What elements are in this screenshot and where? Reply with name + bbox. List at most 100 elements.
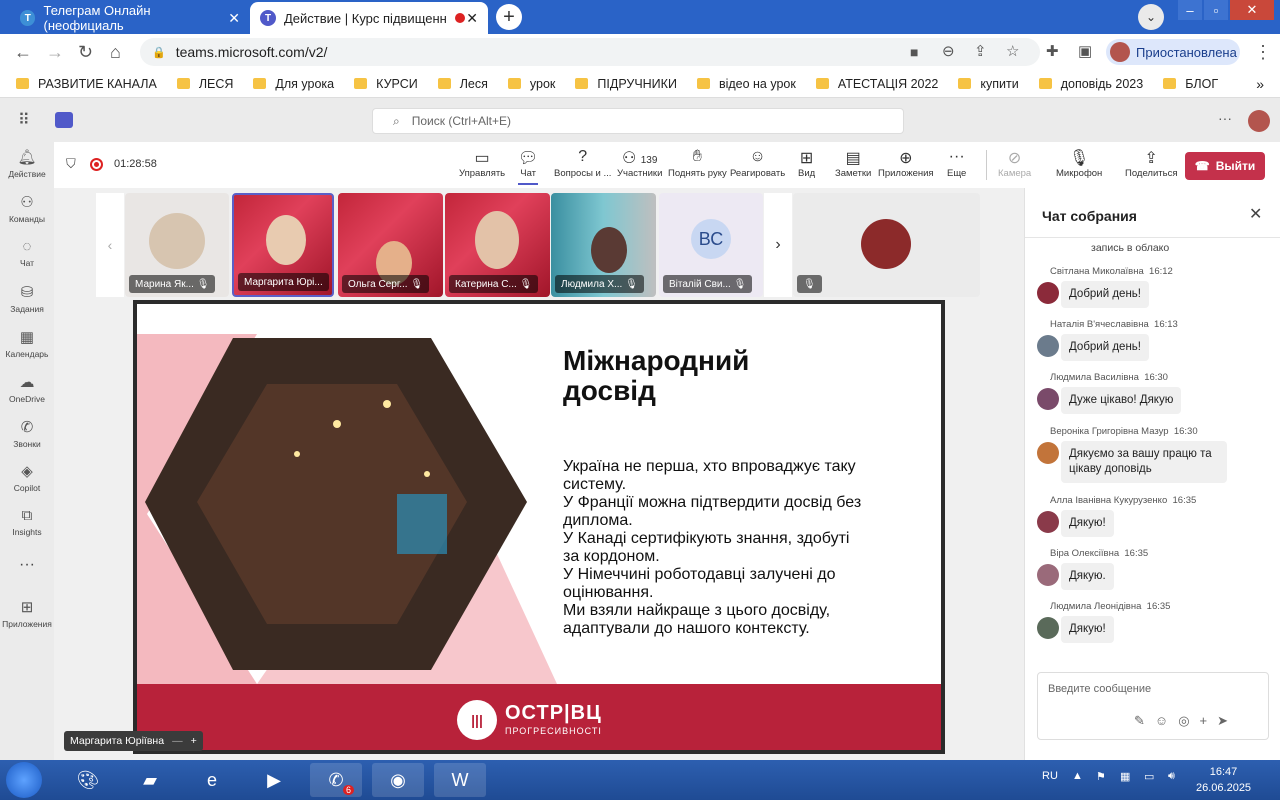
bookmark-folder[interactable]: відео на урок [696, 77, 796, 91]
participant-tile[interactable]: Людмила Х... 🎙︎ [551, 193, 656, 297]
profile-button[interactable]: Приостановлена [1106, 39, 1240, 65]
presenter-label[interactable]: Маргарита Юріївна — + [64, 731, 203, 751]
url-field[interactable]: 🔒 teams.microsoft.com/v2/ [140, 38, 1040, 66]
zoom-icon[interactable]: ⊖ [942, 42, 955, 60]
bookmark-folder[interactable]: купити [958, 77, 1019, 91]
apps-button[interactable]: ⊕ Приложения [878, 148, 934, 179]
word-icon[interactable]: W [434, 763, 486, 797]
bookmark-folder[interactable]: АТЕСТАЦІЯ 2022 [815, 77, 938, 91]
tray-expand-icon[interactable]: ▲ [1072, 770, 1083, 782]
plus-icon[interactable]: + [191, 735, 197, 747]
volume-icon[interactable]: 🔊︎ [1168, 770, 1175, 783]
bookmark-folder[interactable]: Леся [437, 77, 488, 91]
prev-participants-button[interactable]: ‹ [96, 193, 124, 297]
home-icon[interactable]: ⌂ [110, 42, 121, 63]
viber-icon[interactable]: ✆ 6 [310, 763, 362, 797]
bookmark-folder[interactable]: КУРСИ [354, 77, 418, 91]
rail-insights[interactable]: ⧉ Insights [0, 507, 54, 537]
tab-search-icon[interactable]: ⌄ [1138, 4, 1164, 30]
plus-icon[interactable]: + [1200, 713, 1218, 728]
camera-button[interactable]: ⊘ Камера [998, 148, 1031, 179]
more-bookmarks-icon[interactable]: » [1256, 76, 1264, 92]
manage-button[interactable]: ▭ Управлять [459, 148, 505, 179]
media-icon[interactable]: ▶ [248, 763, 300, 797]
view-button[interactable]: ⊞ Вид [798, 148, 815, 179]
new-tab-button[interactable]: + [496, 4, 522, 30]
minimize-icon[interactable]: — [172, 735, 183, 747]
notes-button[interactable]: ▤ Заметки [835, 148, 871, 179]
bookmark-folder[interactable]: доповідь 2023 [1038, 77, 1143, 91]
raise-hand-button[interactable]: ✋︎ Поднять руку [668, 148, 727, 179]
reload-icon[interactable]: ↻ [78, 42, 93, 63]
sidepanel-icon[interactable]: ▣ [1078, 42, 1092, 60]
explorer-icon[interactable]: ▰ [124, 763, 176, 797]
bookmark-folder[interactable]: урок [507, 77, 555, 91]
rail-chat[interactable]: ◌ Чат [0, 238, 54, 268]
loop-icon[interactable]: ◎ [1178, 713, 1199, 728]
close-icon[interactable]: ✕ [1249, 204, 1262, 224]
mic-button[interactable]: 🎙︎ Микрофон [1056, 148, 1102, 179]
leave-button[interactable]: ☎ Выйти [1185, 152, 1265, 180]
send-icon[interactable]: ➤ [1217, 713, 1238, 728]
forward-icon[interactable]: → [46, 42, 64, 63]
participants-button[interactable]: ⚇ 139 Участники [617, 148, 662, 179]
more-icon[interactable]: ··· [1218, 110, 1232, 126]
tab-teams[interactable]: T Действие | Курс підвищенн ✕ [250, 2, 488, 34]
maximize-button[interactable]: ▫ [1204, 0, 1228, 20]
chrome-icon[interactable]: ◉ [372, 763, 424, 797]
back-icon[interactable]: ← [14, 42, 32, 63]
participant-tile[interactable]: Катерина С... 🎙︎ [445, 193, 550, 297]
camera-blocked-icon[interactable]: ■ [910, 44, 918, 60]
bookmark-folder[interactable]: РАЗВИТИЕ КАНАЛА [16, 77, 157, 91]
participant-tile[interactable]: Марина Як... 🎙︎ [125, 193, 229, 297]
network-icon[interactable]: ▦ [1120, 770, 1130, 783]
chat-button[interactable]: 💬︎ Чат [518, 148, 539, 185]
participant-tile[interactable]: Ольга Серг... 🎙︎ [338, 193, 443, 297]
participant-tile[interactable]: 🎙︎ [793, 193, 980, 297]
participant-tile[interactable]: Маргарита Юрі... [232, 193, 334, 297]
rail-apps[interactable]: ⊞ Приложения [0, 598, 54, 629]
next-participants-button[interactable]: › [764, 193, 792, 297]
language-indicator[interactable]: RU [1042, 770, 1058, 782]
rail-teams[interactable]: ⚇ Команды [0, 193, 54, 224]
bookmark-folder[interactable]: ПІДРУЧНИКИ [575, 77, 677, 91]
flag-icon[interactable]: ⚑ [1096, 770, 1106, 783]
star-icon[interactable]: ☆ [1006, 42, 1019, 60]
close-icon[interactable]: ✕ [228, 10, 240, 27]
rail-calendar[interactable]: ▦ Календарь [0, 328, 54, 359]
rail-more[interactable]: ··· [0, 556, 54, 574]
close-icon[interactable]: ✕ [466, 10, 478, 27]
emoji-icon[interactable]: ☺ [1155, 713, 1178, 728]
chat-icon: 💬︎ [518, 150, 539, 167]
more-button[interactable]: ··· Еще [947, 148, 966, 179]
rail-assignments[interactable]: ⛁ Задания [0, 283, 54, 314]
search-input[interactable]: ⌕ Поиск (Ctrl+Alt+E) [372, 108, 904, 134]
clock[interactable]: 16:47 26.06.2025 [1196, 764, 1251, 796]
ie-icon[interactable]: e [186, 763, 238, 797]
menu-icon[interactable]: ⋮ [1254, 42, 1272, 63]
format-icon[interactable]: ✎ [1134, 713, 1155, 728]
close-window-button[interactable]: ✕ [1230, 0, 1274, 20]
share-icon[interactable]: ⇪ [974, 42, 987, 60]
app-launcher-icon[interactable]: ⠿ [18, 110, 30, 130]
start-button[interactable] [6, 762, 42, 798]
bookmark-folder[interactable]: Для урока [253, 77, 334, 91]
qa-button[interactable]: ? Вопросы и ... [554, 148, 611, 179]
rail-activity[interactable]: 🔔︎ Действие [0, 148, 54, 179]
rail-copilot[interactable]: ◈ Copilot [0, 462, 54, 493]
extensions-icon[interactable]: ✚ [1046, 42, 1059, 60]
tab-telegram[interactable]: T Телеграм Онлайн (неофициаль ✕ [10, 2, 250, 34]
avatar[interactable] [1248, 110, 1270, 132]
bookmark-folder[interactable]: ЛЕСЯ [176, 77, 233, 91]
rail-calls[interactable]: ✆ Звонки [0, 418, 54, 449]
shield-icon[interactable]: ⛉ [66, 156, 76, 172]
minimize-button[interactable]: – [1178, 0, 1202, 20]
paint-icon[interactable]: 🎨︎ [62, 763, 114, 797]
message-composer[interactable]: Введите сообщение ✎☺◎+➤ [1037, 672, 1269, 740]
share-button[interactable]: ⇪ Поделиться [1125, 148, 1177, 179]
react-button[interactable]: ☺ Реагировать [730, 148, 785, 179]
bookmark-folder[interactable]: БЛОГ [1163, 77, 1218, 91]
participant-tile[interactable]: ВС Віталій Сви... 🎙︎ [659, 193, 763, 297]
monitor-icon[interactable]: ▭ [1144, 770, 1154, 783]
rail-onedrive[interactable]: ☁︎ OneDrive [0, 373, 54, 404]
